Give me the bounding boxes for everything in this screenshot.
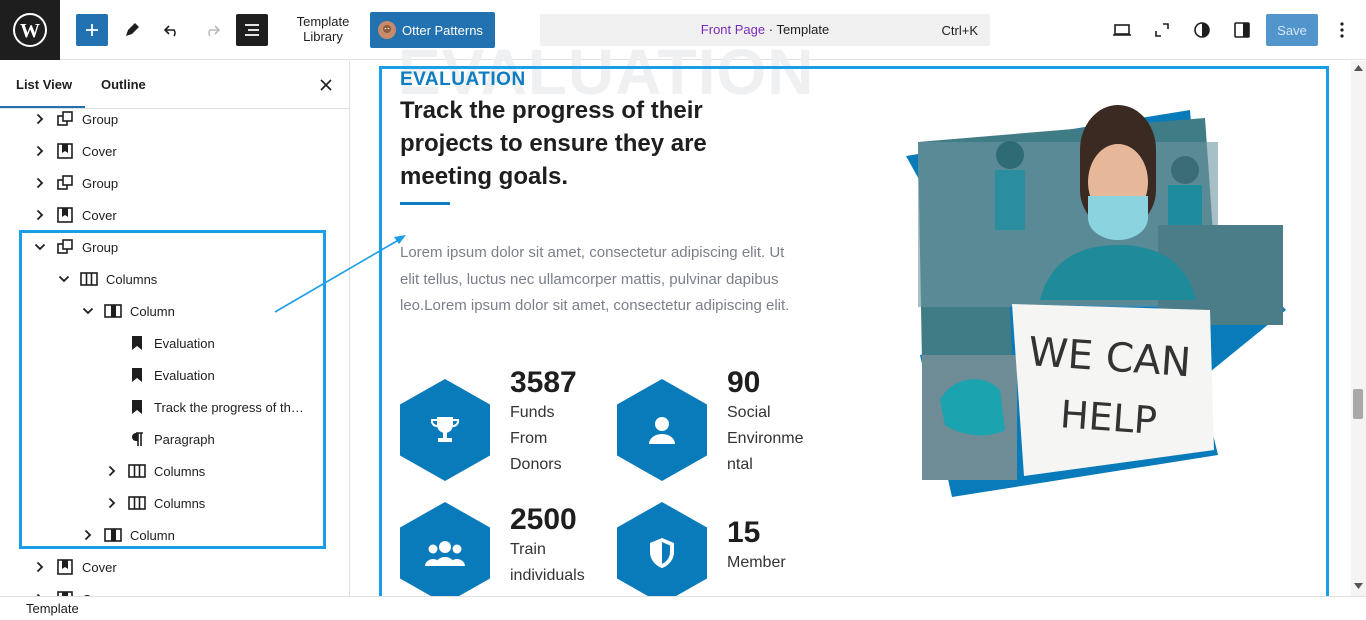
add-block-button[interactable] [76, 14, 108, 46]
list-view-row[interactable]: Cover [32, 551, 117, 583]
fullscreen-button[interactable] [1146, 14, 1178, 46]
chevron-right-icon[interactable] [32, 559, 48, 575]
template-library-line2: Library [303, 29, 343, 44]
wordpress-logo-icon[interactable]: W [0, 0, 60, 60]
canvas-scrollbar[interactable] [1351, 61, 1366, 596]
svg-text:W: W [20, 20, 40, 42]
cover-icon [56, 558, 74, 576]
scroll-up-icon[interactable] [1354, 65, 1363, 71]
list-view-row[interactable]: Cover [32, 199, 117, 231]
cover-icon [56, 206, 74, 224]
more-vertical-icon [1340, 22, 1344, 38]
chevron-right-icon[interactable] [32, 207, 48, 223]
scroll-thumb[interactable] [1353, 389, 1363, 419]
list-view-row-label: Cover [82, 559, 117, 575]
chevron-right-icon[interactable] [32, 143, 48, 159]
styles-button[interactable] [1186, 14, 1218, 46]
device-preview-button[interactable] [1106, 14, 1138, 46]
list-view-icon [245, 24, 259, 36]
sidebar-icon [1234, 22, 1250, 38]
undo-icon [163, 25, 176, 37]
redo-icon [208, 25, 221, 37]
redo-button[interactable] [196, 14, 228, 46]
expand-icon [1155, 23, 1169, 37]
list-view-row-label: Group [82, 175, 119, 191]
template-library-line1: Template [296, 14, 350, 29]
list-view-sidebar: List View Outline Group Cover Group Cover Gr… [0, 61, 350, 596]
breadcrumb-template[interactable]: Template [26, 601, 79, 616]
settings-sidebar-button[interactable] [1226, 14, 1258, 46]
tools-button[interactable] [116, 14, 148, 46]
save-button[interactable]: Save [1266, 14, 1318, 46]
chevron-right-icon[interactable] [32, 175, 48, 191]
list-view-row[interactable]: Cover [32, 135, 117, 167]
list-view-row-label: Cover [82, 143, 117, 159]
laptop-icon [1113, 24, 1131, 36]
sidebar-tabs: List View Outline [0, 61, 349, 109]
list-view-row[interactable]: Group [32, 103, 118, 135]
group-icon [56, 174, 74, 192]
undo-button[interactable] [156, 14, 188, 46]
scroll-down-icon[interactable] [1354, 583, 1363, 589]
pencil-icon [126, 23, 139, 36]
chevron-right-icon[interactable] [32, 111, 48, 127]
block-breadcrumb-footer: Template [0, 596, 1366, 620]
otter-avatar-icon [378, 21, 396, 39]
list-view-row[interactable]: Group [32, 167, 118, 199]
group-icon [56, 110, 74, 128]
command-shortcut: Ctrl+K [941, 23, 978, 38]
tab-list-view[interactable]: List View [16, 77, 72, 92]
list-view-row-label: Cover [82, 207, 117, 223]
cover-icon [56, 142, 74, 160]
close-sidebar-button[interactable] [316, 75, 336, 95]
canvas-selection-frame [379, 66, 1329, 604]
list-view-row-label: Group [82, 111, 119, 127]
contrast-icon [1194, 22, 1210, 38]
template-library-button[interactable]: Template Library [290, 14, 356, 44]
close-icon [320, 79, 332, 91]
options-menu-button[interactable] [1326, 14, 1358, 46]
plus-icon [86, 24, 98, 36]
document-overview-button[interactable] [236, 14, 268, 46]
tab-outline[interactable]: Outline [101, 77, 146, 92]
list-view-row[interactable]: Cover [32, 583, 117, 596]
